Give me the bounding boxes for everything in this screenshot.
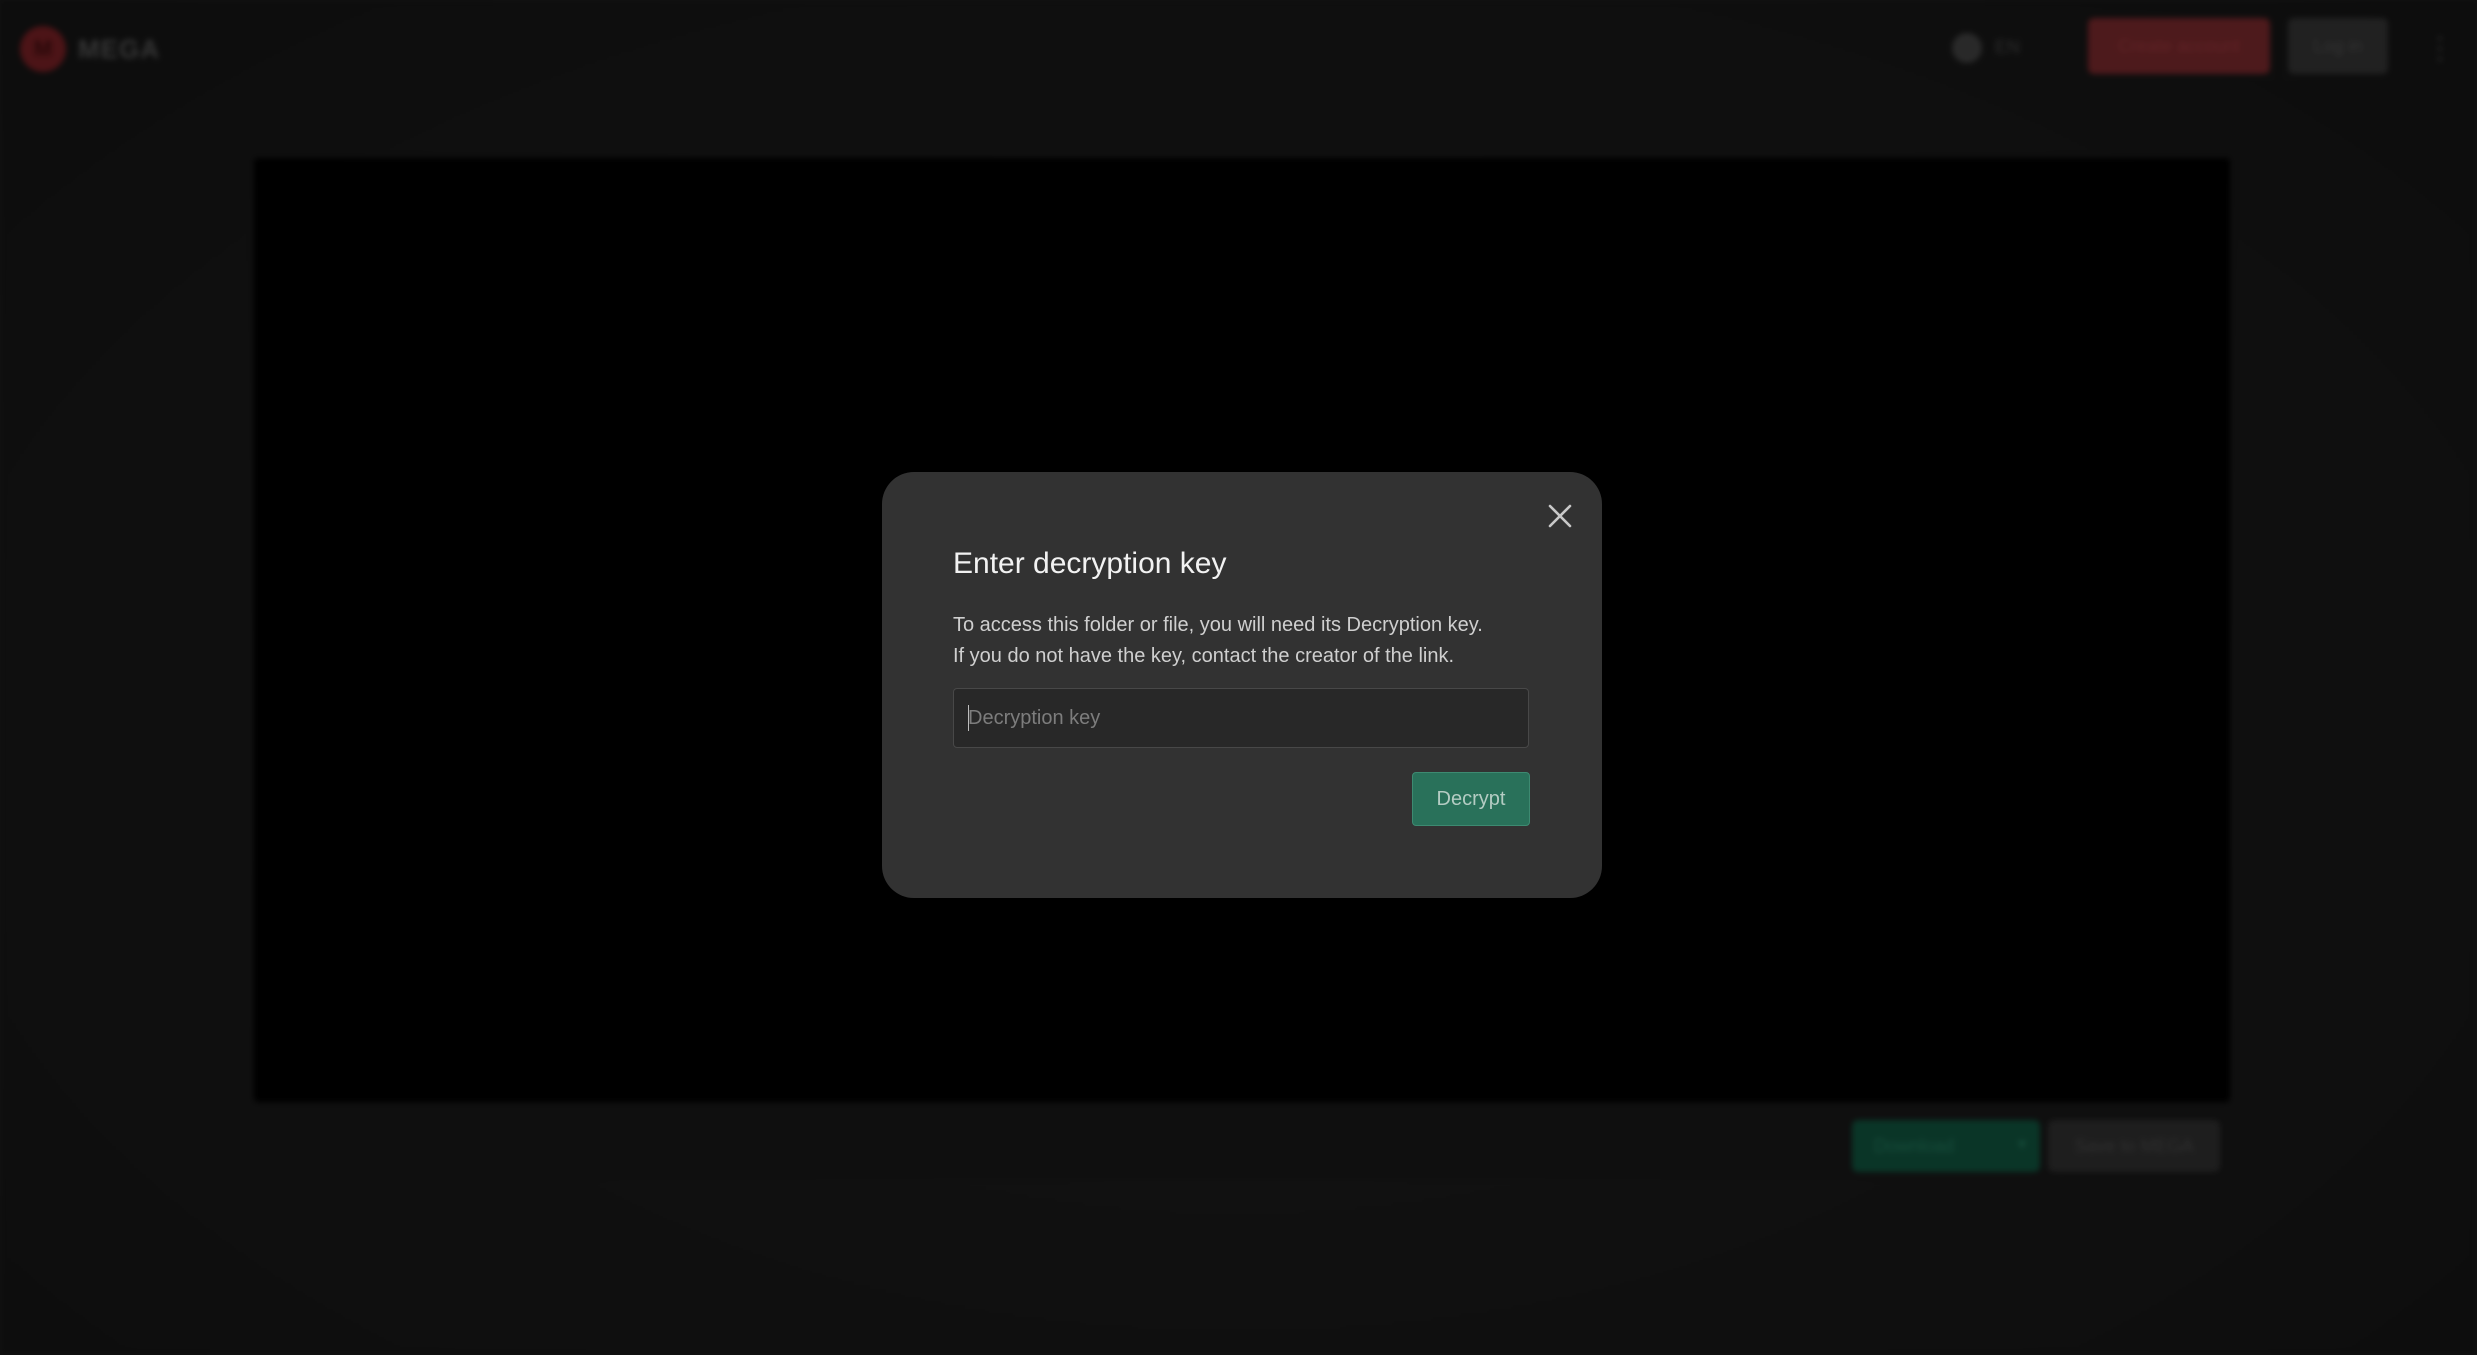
decryption-key-dialog: Enter decryption key To access this fold… (882, 472, 1602, 898)
dialog-title: Enter decryption key (953, 547, 1227, 580)
decryption-key-input[interactable] (953, 688, 1529, 748)
description-line-1: To access this folder or file, you will … (953, 614, 1483, 636)
description-line-2: If you do not have the key, contact the … (953, 645, 1455, 667)
text-caret (968, 705, 969, 731)
dialog-description: To access this folder or file, you will … (953, 610, 1553, 672)
decrypt-button[interactable]: Decrypt (1412, 772, 1530, 826)
close-icon[interactable] (1542, 498, 1578, 534)
